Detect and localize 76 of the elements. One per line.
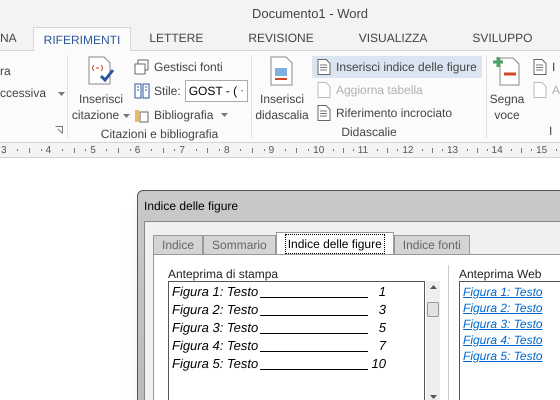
citation-icon [86,56,116,86]
page-number: 1 [378,282,386,300]
ruler-number: 10 [313,144,324,158]
command-label[interactable]: ccessiva [0,83,67,103]
window-title: Documento1 - Word [252,4,368,22]
ruler-number: 5 [90,144,96,158]
page-number: 3 [378,300,386,318]
scrollbar[interactable] [426,281,440,400]
group-label: Didascalie [340,124,398,140]
figure-caption: Figura 1: Testo [172,282,260,301]
caret-icon [58,92,66,96]
manage-sources-button[interactable]: Gestisci fonti [134,56,248,78]
ruler-number: 8 [224,144,230,158]
ribbon-command[interactable]: Inserisci indice delle figure [312,56,482,78]
ribbon-tab[interactable]: REVISIONE [244,26,318,50]
figure-caption: Figura 5: Testo [172,354,260,373]
dialog-tab[interactable]: Indice [153,235,204,254]
ribbon-tab[interactable]: VISUALIZZA [354,26,432,50]
bibliography-button[interactable]: Bibliografia [134,104,248,126]
ribbon-tab[interactable]: LETTERE [145,26,208,50]
style-icon [134,83,150,99]
ruler-number: 4 [46,144,52,158]
group-label: Citazioni e bibliografia [100,126,220,142]
ruler-number: 11 [358,144,368,158]
ruler-number: 13 [446,144,458,158]
ruler-number: 7 [179,144,185,158]
scrollbar-thumb[interactable] [427,302,440,316]
scroll-up-icon[interactable] [430,285,437,289]
ruler-number: 3 [1,144,7,158]
figure-caption: Figura 2: Testo [172,300,260,319]
caret-icon [123,114,130,118]
page-number: 7 [378,336,386,354]
ribbon-command[interactable]: Riferimento incrociato [312,102,482,124]
dialog-tab[interactable]: Indice delle figure [276,232,394,254]
insert-citation-button[interactable]: Inserisci citazione [68,56,134,126]
add-remove-document-icon [492,56,522,86]
figure-link[interactable]: Figura 5: Testo [463,347,560,363]
ruler-number: 15 [536,144,548,158]
ruler-number: 6 [134,144,140,158]
group-label: I [548,123,554,138]
ruler-number: 9 [268,144,274,158]
document-icon [317,105,331,121]
ribbon-tab[interactable]: NA [0,26,21,50]
caret-icon [221,113,228,117]
dialog-tab[interactable]: Sommario [203,235,276,254]
figure-caption: Figura 3: Testo [172,318,260,337]
ribbon-tab[interactable]: SVILUPPO [468,26,536,50]
picture-document-icon [269,56,295,86]
document-icon [532,82,547,98]
dialog-tab[interactable]: Indice fonti [394,235,470,254]
page-number: 10 [370,354,386,372]
ruler-number: 12 [402,144,414,158]
books-icon [134,107,150,123]
document-icon [317,82,331,98]
style-label: Stile: [154,83,181,100]
ruler-number: 14 [492,144,503,158]
figure-link[interactable]: Figura 1: Testo [463,283,560,299]
documents-icon [134,59,150,75]
document-icon [317,59,331,75]
web-preview-label: Anteprima Web [459,266,542,281]
figure-caption: Figura 4: Testo [172,336,260,355]
ribbon-tab[interactable]: RIFERIMENTI [32,27,132,51]
print-preview-label: Anteprima di stampa [168,266,280,281]
figure-link[interactable]: Figura 2: Testo [463,299,560,315]
page-number: 5 [378,318,386,336]
dialog-title: Indice delle figure [144,198,238,215]
command-label[interactable]: ra [0,59,67,83]
insert-caption-button[interactable]: Inserisci didascalia [252,56,312,124]
figure-link[interactable]: Figura 3: Testo [463,315,560,331]
style-dropdown[interactable]: GOST - ( [184,80,248,102]
document-icon [532,59,547,75]
ribbon-command[interactable]: I [532,56,560,78]
scroll-down-icon[interactable] [430,395,437,399]
dialog-launcher-icon[interactable] [55,126,63,134]
mark-entry-button[interactable]: Segna voce [487,56,527,123]
figure-link[interactable]: Figura 4: Testo [463,331,560,347]
